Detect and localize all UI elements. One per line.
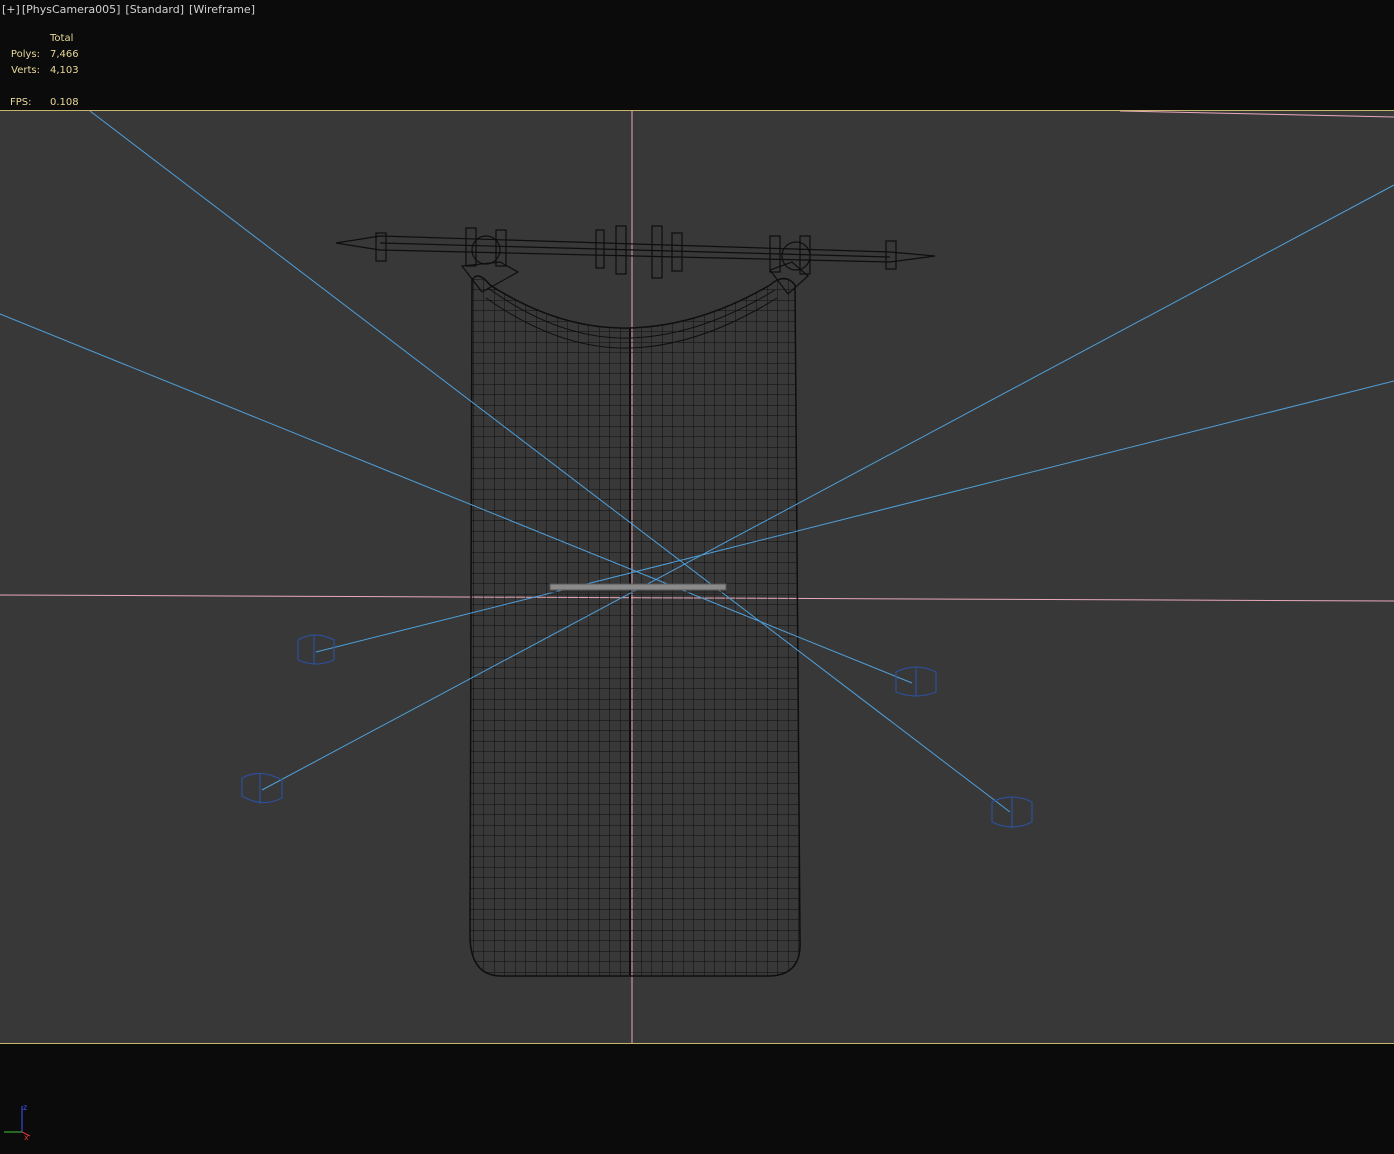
viewport-3d[interactable]: [+] [PhysCamera005] [Standard] [Wirefram… [0,0,1394,1154]
light-target-icon[interactable] [297,634,335,665]
curtain-mesh[interactable] [465,270,805,980]
axis-z-label: z [23,1103,27,1112]
axis-x-label: x [24,1133,29,1142]
top-guide-line [1119,111,1394,118]
curtain-rod[interactable] [335,225,936,295]
light-target-icon[interactable] [241,772,283,804]
light-target-icon[interactable] [991,796,1033,828]
scene-wireframe[interactable] [0,0,1394,1154]
light-target-icon[interactable] [895,666,937,697]
axis-tripod-icon: z x [4,1103,31,1142]
